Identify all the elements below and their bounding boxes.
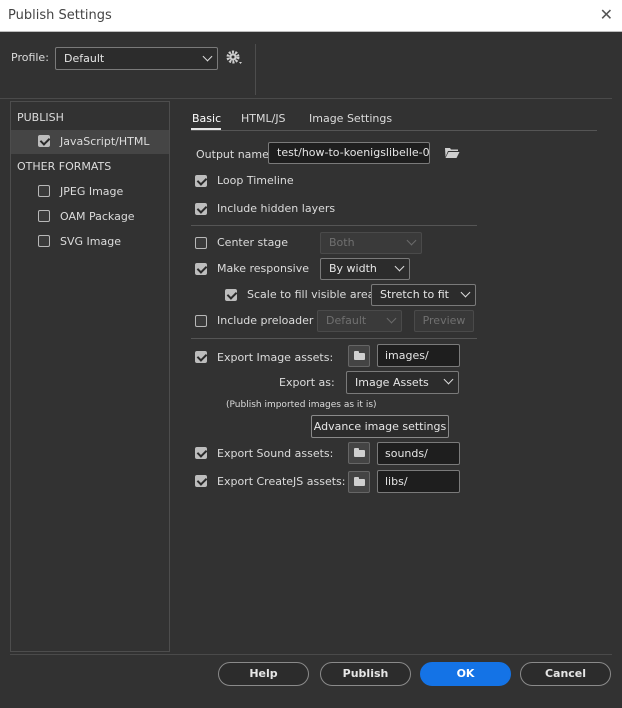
oam-checkbox[interactable]	[38, 210, 50, 222]
help-button[interactable]: Help	[218, 662, 309, 686]
export-sound-assets-checkbox[interactable]	[195, 447, 207, 459]
folder-icon	[354, 351, 365, 360]
format-item-label: OAM Package	[60, 210, 135, 223]
profile-label: Profile:	[11, 51, 49, 64]
section-divider	[191, 338, 477, 339]
profile-value: Default	[64, 52, 105, 65]
format-item-oam[interactable]: OAM Package	[11, 207, 169, 229]
tab-basic[interactable]: Basic	[192, 112, 221, 125]
chevron-down-icon	[460, 287, 471, 298]
format-item-svg[interactable]: SVG Image	[11, 232, 169, 254]
tab-image-settings[interactable]: Image Settings	[309, 112, 392, 125]
folder-icon	[354, 448, 365, 457]
cancel-button[interactable]: Cancel	[520, 662, 611, 686]
ok-button[interactable]: OK	[420, 662, 511, 686]
export-createjs-assets-label: Export CreateJS assets:	[217, 475, 346, 488]
sound-assets-folder-button[interactable]	[348, 442, 370, 464]
tab-html-js[interactable]: HTML/JS	[241, 112, 286, 125]
toolbar-divider	[255, 44, 256, 95]
center-stage-label: Center stage	[217, 236, 289, 249]
scale-to-fill-dropdown[interactable]: Stretch to fit	[371, 284, 476, 306]
scale-to-fill-checkbox[interactable]	[225, 289, 237, 301]
title-bar: Publish Settings ✕	[0, 0, 622, 32]
include-preloader-label: Include preloader	[217, 314, 314, 327]
publish-button[interactable]: Publish	[320, 662, 411, 686]
make-responsive-dropdown[interactable]: By width	[320, 258, 410, 280]
export-as-dropdown[interactable]: Image Assets	[346, 371, 459, 394]
center-stage-value: Both	[329, 236, 355, 249]
jpeg-checkbox[interactable]	[38, 185, 50, 197]
format-item-label: JavaScript/HTML	[60, 135, 150, 148]
make-responsive-label: Make responsive	[217, 262, 310, 275]
center-stage-checkbox[interactable]	[195, 237, 207, 249]
javascript-html-checkbox[interactable]	[38, 135, 50, 147]
export-sound-assets-label: Export Sound assets:	[217, 447, 334, 460]
image-assets-folder-button[interactable]	[348, 345, 370, 367]
preloader-dropdown[interactable]: Default	[317, 310, 402, 332]
chevron-down-icon	[386, 313, 397, 324]
scale-to-fill-label: Scale to fill visible area	[247, 288, 375, 301]
include-hidden-layers-checkbox[interactable]	[195, 203, 207, 215]
chevron-down-icon	[394, 261, 405, 272]
make-responsive-value: By width	[329, 262, 377, 275]
export-createjs-assets-checkbox[interactable]	[195, 475, 207, 487]
scale-to-fill-value: Stretch to fit	[380, 288, 449, 301]
format-item-label: SVG Image	[60, 235, 121, 248]
loop-timeline-checkbox[interactable]	[195, 175, 207, 187]
include-preloader-checkbox[interactable]	[195, 315, 207, 327]
format-item-label: JPEG Image	[60, 185, 124, 198]
export-image-assets-checkbox[interactable]	[195, 351, 207, 363]
close-icon[interactable]: ✕	[600, 5, 613, 25]
advance-image-settings-button[interactable]: Advance image settings	[311, 415, 449, 438]
gear-icon[interactable]	[225, 49, 245, 67]
createjs-assets-path-field[interactable]: libs/	[377, 470, 460, 493]
svg-checkbox[interactable]	[38, 235, 50, 247]
window-title: Publish Settings	[8, 8, 112, 23]
make-responsive-checkbox[interactable]	[195, 263, 207, 275]
createjs-assets-folder-button[interactable]	[348, 471, 370, 493]
profile-dropdown[interactable]: Default	[55, 47, 218, 70]
chevron-down-icon	[443, 374, 454, 385]
section-divider	[191, 225, 477, 226]
publish-imported-note: (Publish imported images as it is)	[226, 400, 377, 410]
other-formats-header: OTHER FORMATS	[17, 160, 112, 173]
output-name-field[interactable]: test/how-to-koenigslibelle-01	[268, 142, 430, 164]
include-hidden-layers-label: Include hidden layers	[217, 202, 336, 215]
format-item-javascript-html[interactable]: JavaScript/HTML	[11, 130, 169, 154]
tab-divider	[191, 130, 597, 131]
format-item-jpeg[interactable]: JPEG Image	[11, 182, 169, 204]
chevron-down-icon	[406, 235, 417, 246]
publish-section-header: PUBLISH	[17, 111, 64, 124]
folder-icon	[354, 477, 365, 486]
chevron-down-icon	[202, 51, 213, 62]
export-image-assets-label: Export Image assets:	[217, 351, 334, 364]
image-assets-path-field[interactable]: images/	[377, 344, 460, 367]
loop-timeline-label: Loop Timeline	[217, 174, 294, 187]
output-name-label: Output name:	[196, 148, 273, 161]
export-as-value: Image Assets	[355, 376, 429, 389]
center-stage-dropdown[interactable]: Both	[320, 232, 422, 254]
folder-open-icon[interactable]	[444, 146, 460, 159]
sound-assets-path-field[interactable]: sounds/	[377, 442, 460, 465]
footer-divider	[10, 654, 612, 655]
preloader-value: Default	[326, 314, 367, 327]
export-as-label: Export as:	[279, 376, 335, 389]
preview-button[interactable]: Preview	[414, 310, 474, 332]
header-divider	[0, 98, 612, 99]
format-list-panel: PUBLISH JavaScript/HTML OTHER FORMATS JP…	[10, 101, 170, 652]
